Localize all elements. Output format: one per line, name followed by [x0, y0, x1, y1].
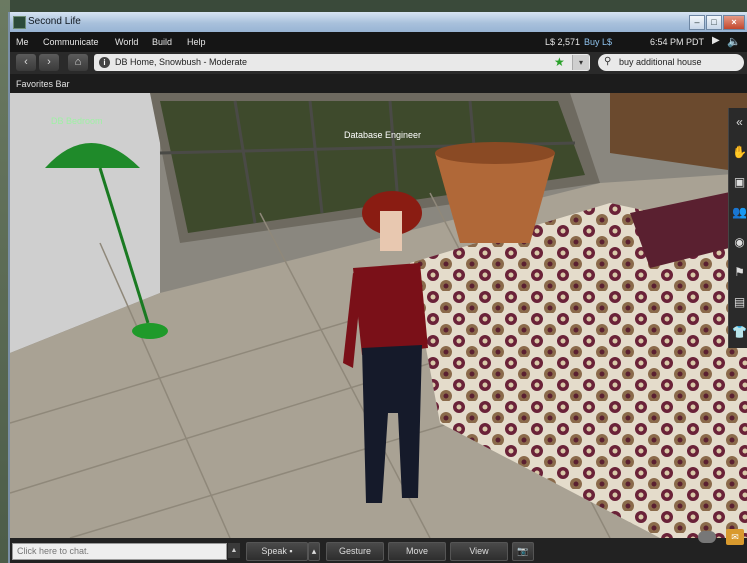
chat-history-button[interactable]: ▲ — [228, 543, 240, 558]
menu-world[interactable]: World — [115, 37, 138, 47]
gesture-button[interactable]: Gesture — [326, 542, 384, 561]
search-field[interactable]: ⚲ buy additional house — [598, 54, 744, 71]
navigation-bar: ‹ › ⌂ i DB Home, Snowbush - Moderate ★ ▾… — [10, 52, 747, 74]
gesture-hand-icon[interactable]: ✋ — [729, 138, 747, 166]
collapse-icon[interactable]: « — [729, 108, 747, 136]
title-bar[interactable]: Second Life – □ × — [10, 12, 747, 33]
scene-render — [10, 93, 747, 538]
balance-display: L$ 2,571 — [545, 37, 581, 47]
maximize-button[interactable]: □ — [706, 15, 722, 30]
forward-button[interactable]: › — [39, 54, 59, 71]
play-icon[interactable]: ▶ — [712, 35, 720, 46]
speak-label: Speak — [261, 546, 287, 556]
viewer-window: Second Life – □ × Me Communicate World B… — [8, 12, 747, 563]
buy-currency-link[interactable]: Buy L$ — [584, 37, 612, 47]
chat-placeholder: Click here to chat. — [17, 546, 90, 556]
menu-build[interactable]: Build — [152, 37, 172, 47]
location-text: DB Home, Snowbush - Moderate — [115, 57, 248, 67]
speak-button[interactable]: Speak ▪ — [246, 542, 308, 561]
minimize-button[interactable]: – — [689, 15, 705, 30]
search-icon: ⚲ — [604, 56, 612, 67]
app-icon — [13, 16, 26, 29]
bottom-toolbar: Click here to chat. ▲ Speak ▪ ▴ Gesture … — [10, 538, 747, 563]
inventory-icon[interactable]: ▤ — [729, 288, 747, 316]
menu-me[interactable]: Me — [16, 37, 29, 47]
window-controls: – □ × — [689, 15, 745, 30]
volume-icon[interactable]: 🔈 — [727, 35, 741, 48]
view-button[interactable]: View — [450, 542, 508, 561]
location-field[interactable]: i DB Home, Snowbush - Moderate ★ ▾ — [94, 54, 590, 71]
profile-icon[interactable]: ▣ — [729, 168, 747, 196]
home-icon: ⌂ — [74, 56, 82, 68]
forward-icon: › — [47, 56, 51, 68]
back-icon: ‹ — [24, 56, 28, 68]
sidebar-tabs: « ✋ ▣ 👥 ◉ ⚑ ▤ 👕 — [728, 108, 747, 348]
clock-display: 6:54 PM PDT — [650, 37, 705, 47]
info-icon[interactable]: i — [99, 57, 110, 68]
places-icon[interactable]: ◉ — [729, 228, 747, 256]
right-wall — [610, 93, 747, 173]
search-text: buy additional house — [619, 57, 702, 67]
favorites-bar-label: Favorites Bar — [16, 79, 70, 89]
notification-icon[interactable]: ✉ — [726, 529, 744, 545]
speak-options-button[interactable]: ▴ — [308, 542, 320, 561]
window-title: Second Life — [28, 16, 81, 27]
menu-help[interactable]: Help — [187, 37, 206, 47]
landmarks-icon[interactable]: ⚑ — [729, 258, 747, 286]
move-button[interactable]: Move — [388, 542, 446, 561]
menu-bar: Me Communicate World Build Help L$ 2,571… — [10, 32, 747, 52]
back-button[interactable]: ‹ — [16, 54, 36, 71]
speech-icon[interactable] — [698, 531, 716, 543]
dropdown-icon[interactable]: ▾ — [572, 55, 589, 70]
favorite-star-icon[interactable]: ★ — [554, 55, 565, 69]
close-button[interactable]: × — [723, 15, 745, 30]
snapshot-icon: 📷 — [517, 546, 529, 556]
favorites-bar: Favorites Bar — [10, 74, 747, 93]
appearance-icon[interactable]: 👕 — [729, 318, 747, 346]
home-button[interactable]: ⌂ — [68, 54, 88, 71]
3d-viewport[interactable]: DB Bedroom Database Engineer — [10, 93, 747, 538]
avatar-name-label: Database Engineer — [344, 130, 422, 140]
object-name-label: DB Bedroom — [51, 116, 103, 126]
people-icon[interactable]: 👥 — [729, 198, 747, 226]
snapshot-button[interactable]: 📷 — [512, 542, 534, 561]
menu-communicate[interactable]: Communicate — [43, 37, 99, 47]
chat-input[interactable]: Click here to chat. — [12, 543, 227, 560]
